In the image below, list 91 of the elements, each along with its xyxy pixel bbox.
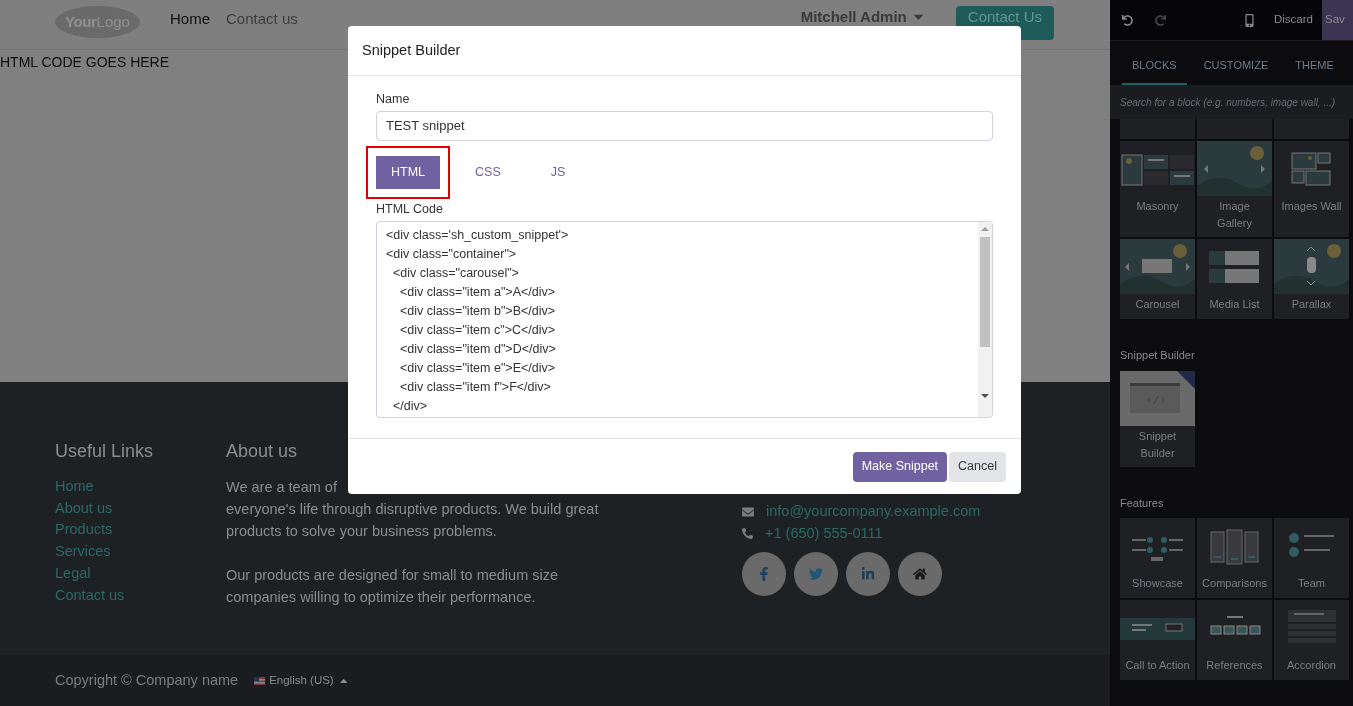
code-line: <div class="item a">A</div> <box>398 284 557 301</box>
block-preview-icon <box>1121 154 1195 186</box>
field-label: HTML Code <box>376 202 444 217</box>
scroll-down-icon <box>981 393 989 399</box>
footer-link[interactable]: About us <box>55 497 113 520</box>
block-tile[interactable]: Snippet Builder <box>1120 370 1195 467</box>
block-preview-icon <box>1210 529 1259 565</box>
placeholder-text: HTML CODE GOES HERE <box>0 53 171 72</box>
block-tile[interactable]: Showcase <box>1120 518 1195 598</box>
block-tile[interactable]: Media List <box>1197 239 1272 319</box>
block-preview-icon <box>1210 615 1261 635</box>
facebook-icon <box>757 567 771 581</box>
block-preview-icon <box>1120 370 1195 426</box>
block-tile[interactable]: Carousel <box>1120 239 1195 319</box>
block-preview-icon <box>1288 610 1336 643</box>
discard-button[interactable]: Discard <box>1274 11 1313 29</box>
social-button[interactable] <box>742 552 786 596</box>
redo-icon[interactable] <box>1155 14 1166 26</box>
code-line: <div class="carousel"> <box>391 265 520 282</box>
sidebar-tab[interactable]: CUSTOMIZE <box>1193 56 1279 85</box>
save-button[interactable]: Sav <box>1322 0 1353 40</box>
block-preview-icon <box>1291 152 1331 186</box>
footer-heading: About us <box>226 440 299 463</box>
block-preview-icon <box>1131 536 1184 562</box>
about-text: companies willing to optimize their performance. <box>226 588 537 607</box>
social-button[interactable] <box>846 552 890 596</box>
name-input[interactable]: TEST snippet <box>376 111 993 141</box>
envelope-icon <box>742 505 754 518</box>
block-preview-icon <box>1197 141 1272 196</box>
section-heading: Features <box>1120 495 1165 511</box>
footer-link[interactable]: Contact us <box>55 584 125 607</box>
make-snippet-button[interactable]: Make Snippet <box>852 451 948 482</box>
code-line: <div class="container"> <box>386 246 518 263</box>
undo-icon[interactable] <box>1122 14 1133 26</box>
block-tile[interactable]: Team <box>1274 518 1349 598</box>
footer-link[interactable]: Home <box>55 476 94 498</box>
email-link[interactable]: info@yourcompany.example.com <box>766 501 981 523</box>
code-tab[interactable]: JS <box>535 155 581 189</box>
block-tile[interactable]: References <box>1197 600 1272 680</box>
section-heading: Snippet Builder <box>1120 348 1196 363</box>
user-menu[interactable]: Mitchell Admin <box>800 8 926 25</box>
footer-heading: Useful Links <box>55 440 155 463</box>
about-text: We are a team of <box>226 478 338 497</box>
code-line: <div class="item d">D</div> <box>398 341 557 358</box>
search-field[interactable]: Search for a block (e.g. numbers, image wall, ...) <box>1110 85 1353 119</box>
mobile-icon[interactable] <box>1243 13 1256 27</box>
block-preview-icon <box>1289 533 1334 558</box>
footer-link[interactable]: Legal <box>55 562 91 585</box>
code-line: <div class="item f">F</div> <box>398 379 552 396</box>
code-tab[interactable]: HTML <box>376 155 441 189</box>
sidebar-tab[interactable]: THEME <box>1285 56 1344 85</box>
about-text: Our products are designed for small to medium size <box>226 566 560 585</box>
nav-link[interactable]: Home <box>170 8 210 31</box>
code-line: <div class="item e">E</div> <box>398 360 557 377</box>
nav-link[interactable]: Contact us <box>226 8 298 31</box>
block-preview-icon <box>1274 239 1349 294</box>
phone-icon <box>742 527 753 539</box>
footer-link[interactable]: Services <box>55 541 111 563</box>
block-tile[interactable]: Masonry <box>1120 141 1195 237</box>
code-textarea[interactable] <box>376 221 993 418</box>
flag-icon <box>254 676 266 685</box>
code-line: <div class="item b">B</div> <box>398 303 557 320</box>
social-button[interactable] <box>898 552 942 596</box>
block-tile[interactable]: Call to Action <box>1120 600 1195 680</box>
code-line: </div> <box>391 398 428 415</box>
language-selector[interactable]: English (US) <box>254 671 350 690</box>
about-text: everyone's life through disruptive products. We build great <box>226 500 600 519</box>
block-tile[interactable]: Accordion <box>1274 600 1349 680</box>
block-tile[interactable]: Parallax <box>1274 239 1349 319</box>
field-label: Name <box>376 92 411 107</box>
phone-link[interactable]: +1 (650) 555-0111 <box>765 522 883 544</box>
social-button[interactable] <box>794 552 838 596</box>
twitter-icon <box>809 567 823 581</box>
block-preview-icon <box>1209 251 1259 283</box>
block-tile[interactable]: Comparisons <box>1197 518 1272 598</box>
cancel-button[interactable]: Cancel <box>949 451 1006 482</box>
block-tile[interactable]: Images Wall <box>1274 141 1349 237</box>
scrollbar[interactable] <box>978 222 992 417</box>
block-preview-icon <box>1120 618 1195 640</box>
about-text: products to solve your business problems. <box>226 522 498 541</box>
home-icon <box>913 567 927 581</box>
code-line: <div class="item c">C</div> <box>398 322 556 339</box>
scroll-up-icon <box>981 226 989 232</box>
linkedin-icon <box>861 567 875 581</box>
block-preview-icon <box>1120 239 1195 294</box>
dialog-title: Snippet Builder <box>362 40 461 60</box>
footer-link[interactable]: Products <box>55 519 113 542</box>
block-tile[interactable]: Image Gallery <box>1197 141 1272 237</box>
code-line: <div class='sh_custom_snippet'> <box>386 227 570 244</box>
copyright-text: Copyright © Company name <box>55 670 239 690</box>
code-tab[interactable]: CSS <box>460 155 516 189</box>
